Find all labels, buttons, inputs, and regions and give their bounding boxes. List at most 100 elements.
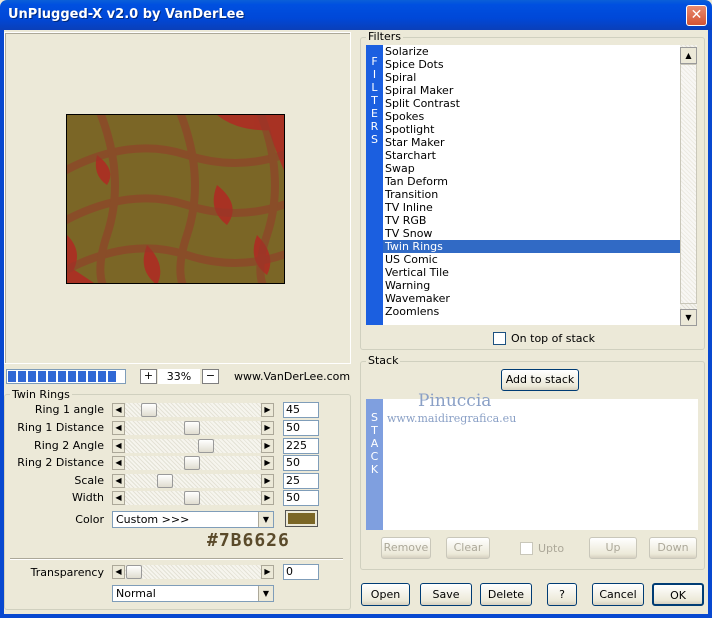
filter-item[interactable]: Spiral bbox=[383, 71, 680, 84]
transparency-right-arrow[interactable]: ▶ bbox=[261, 565, 274, 579]
scale-value[interactable]: 25 bbox=[283, 473, 319, 489]
ring2-distance-right-arrow[interactable]: ▶ bbox=[261, 456, 274, 470]
help-button[interactable]: ? bbox=[547, 583, 577, 606]
up-button[interactable]: Up bbox=[589, 537, 637, 559]
ring1-distance-left-arrow[interactable]: ◀ bbox=[112, 421, 125, 435]
ring1-distance-thumb[interactable] bbox=[184, 421, 200, 435]
filter-item[interactable]: Spiral Maker bbox=[383, 84, 680, 97]
ok-button[interactable]: OK bbox=[652, 583, 704, 606]
filter-item[interactable]: Spice Dots bbox=[383, 58, 680, 71]
watermark-site: www.maidiregrafica.eu bbox=[387, 412, 517, 425]
filter-item[interactable]: TV RGB bbox=[383, 214, 680, 227]
upto-checkbox[interactable] bbox=[520, 542, 533, 555]
filter-item[interactable]: Solarize bbox=[383, 45, 680, 58]
filter-item[interactable]: Transition bbox=[383, 188, 680, 201]
ring2-distance-value[interactable]: 50 bbox=[283, 455, 319, 471]
color-swatch[interactable] bbox=[285, 510, 318, 527]
filter-item[interactable]: Twin Rings bbox=[383, 240, 680, 253]
ring1-angle-left-arrow[interactable]: ◀ bbox=[112, 403, 125, 417]
scale-left-arrow[interactable]: ◀ bbox=[112, 474, 125, 488]
scale-right-arrow[interactable]: ▶ bbox=[261, 474, 274, 488]
scale-thumb[interactable] bbox=[157, 474, 173, 488]
scroll-down-button[interactable]: ▼ bbox=[680, 309, 697, 326]
filter-item[interactable]: Warning bbox=[383, 279, 680, 292]
scroll-thumb[interactable] bbox=[680, 64, 697, 304]
save-button[interactable]: Save bbox=[420, 583, 472, 606]
separator bbox=[10, 558, 343, 560]
filter-item[interactable]: US Comic bbox=[383, 253, 680, 266]
scale-track[interactable] bbox=[125, 474, 262, 488]
ring2-angle-right-arrow[interactable]: ▶ bbox=[261, 439, 274, 453]
filter-item[interactable]: Star Maker bbox=[383, 136, 680, 149]
filters-group-label: Filters bbox=[366, 30, 403, 43]
width-thumb[interactable] bbox=[184, 491, 200, 505]
close-button[interactable]: ✕ bbox=[686, 5, 707, 26]
delete-button[interactable]: Delete bbox=[480, 583, 532, 606]
chevron-down-icon[interactable]: ▼ bbox=[258, 512, 273, 527]
ring2-angle-thumb[interactable] bbox=[198, 439, 214, 453]
filter-item[interactable]: Zoomlens bbox=[383, 305, 680, 318]
width-label: Width bbox=[72, 491, 104, 504]
blend-mode-value: Normal bbox=[116, 587, 156, 600]
side-strip-letter: E bbox=[371, 107, 378, 120]
side-strip-letter: K bbox=[370, 463, 379, 476]
filter-item[interactable]: Spokes bbox=[383, 110, 680, 123]
blend-mode-select[interactable]: Normal ▼ bbox=[112, 585, 274, 602]
progress-bar bbox=[6, 369, 126, 384]
ring1-angle-thumb[interactable] bbox=[141, 403, 157, 417]
filter-item[interactable]: Tan Deform bbox=[383, 175, 680, 188]
zoom-in-button[interactable]: + bbox=[140, 369, 157, 384]
twin-rings-group-label: Twin Rings bbox=[10, 388, 72, 401]
transparency-label: Transparency bbox=[30, 566, 104, 579]
add-to-stack-button[interactable]: Add to stack bbox=[501, 369, 579, 391]
transparency-value[interactable]: 0 bbox=[283, 564, 319, 580]
filter-item[interactable]: Split Contrast bbox=[383, 97, 680, 110]
ring2-angle-track[interactable] bbox=[125, 439, 262, 453]
upto-label: Upto bbox=[538, 542, 565, 555]
ring2-angle-label: Ring 2 Angle bbox=[34, 439, 104, 452]
width-right-arrow[interactable]: ▶ bbox=[261, 491, 274, 505]
window-frame-bottom bbox=[0, 614, 712, 618]
width-left-arrow[interactable]: ◀ bbox=[112, 491, 125, 505]
color-hex-label: #7B6626 bbox=[207, 530, 290, 551]
transparency-track[interactable] bbox=[125, 565, 262, 579]
filter-item[interactable]: Starchart bbox=[383, 149, 680, 162]
side-strip-letter: T bbox=[371, 424, 378, 437]
remove-button[interactable]: Remove bbox=[381, 537, 431, 559]
filter-item[interactable]: TV Snow bbox=[383, 227, 680, 240]
cancel-button[interactable]: Cancel bbox=[592, 583, 644, 606]
filter-item[interactable]: TV Inline bbox=[383, 201, 680, 214]
down-button[interactable]: Down bbox=[649, 537, 697, 559]
side-strip-letter: I bbox=[372, 68, 377, 81]
ring1-angle-right-arrow[interactable]: ▶ bbox=[261, 403, 274, 417]
ring2-angle-left-arrow[interactable]: ◀ bbox=[112, 439, 125, 453]
open-button[interactable]: Open bbox=[361, 583, 410, 606]
width-value[interactable]: 50 bbox=[283, 490, 319, 506]
watermark-name: Pinuccia bbox=[418, 391, 492, 411]
title-bar[interactable]: UnPlugged-X v2.0 by VanDerLee ✕ bbox=[0, 0, 712, 30]
twin-rings-preview bbox=[67, 115, 284, 283]
filters-list[interactable]: Solarize Spice Dots Spiral Spiral Maker Spli… bbox=[383, 45, 680, 325]
preview-image bbox=[66, 114, 285, 284]
stack-group-label: Stack bbox=[366, 354, 401, 367]
filter-item[interactable]: Vertical Tile bbox=[383, 266, 680, 279]
ring2-distance-left-arrow[interactable]: ◀ bbox=[112, 456, 125, 470]
color-select[interactable]: Custom >>> ▼ bbox=[112, 511, 274, 528]
transparency-left-arrow[interactable]: ◀ bbox=[112, 565, 125, 579]
zoom-out-button[interactable]: − bbox=[202, 369, 219, 384]
scroll-up-button[interactable]: ▲ bbox=[680, 47, 697, 64]
filter-item[interactable]: Swap bbox=[383, 162, 680, 175]
ring1-distance-value[interactable]: 50 bbox=[283, 420, 319, 436]
filter-item[interactable]: Spotlight bbox=[383, 123, 680, 136]
ring1-angle-value[interactable]: 45 bbox=[283, 402, 319, 418]
filter-item[interactable]: Wavemaker bbox=[383, 292, 680, 305]
side-strip-letter: R bbox=[370, 120, 379, 133]
on-top-checkbox[interactable] bbox=[493, 332, 506, 345]
website-link[interactable]: www.VanDerLee.com bbox=[234, 370, 350, 383]
transparency-thumb[interactable] bbox=[126, 565, 142, 579]
ring1-distance-right-arrow[interactable]: ▶ bbox=[261, 421, 274, 435]
ring2-angle-value[interactable]: 225 bbox=[283, 438, 319, 454]
chevron-down-icon[interactable]: ▼ bbox=[258, 586, 273, 601]
ring2-distance-thumb[interactable] bbox=[184, 456, 200, 470]
clear-button[interactable]: Clear bbox=[446, 537, 490, 559]
